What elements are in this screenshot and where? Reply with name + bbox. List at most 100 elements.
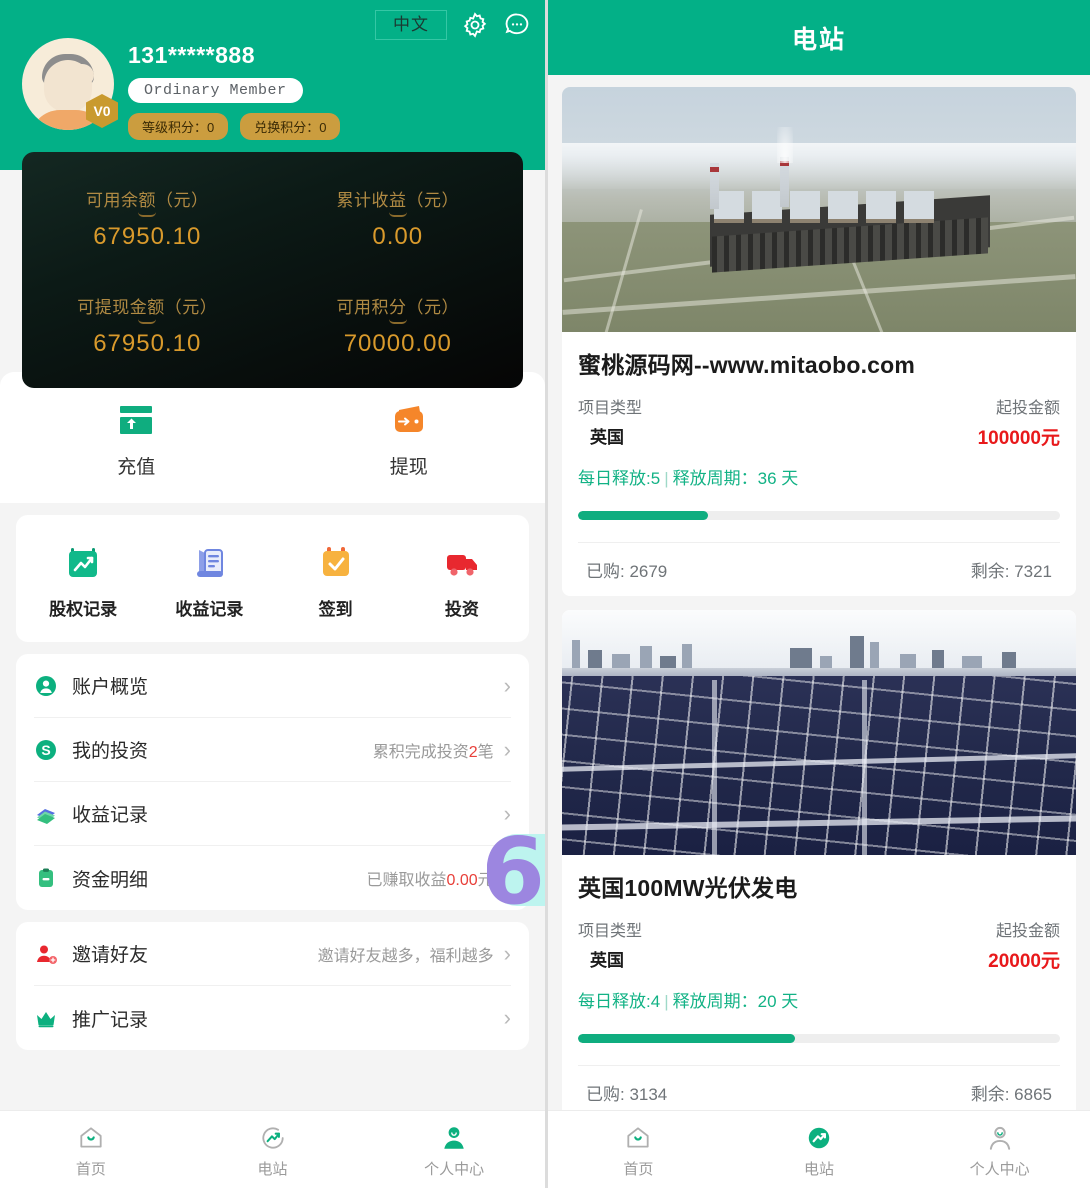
balance-card: 可用余额（元） 67950.10 累计收益（元） 0.00 可提现金额（元） 6…: [22, 152, 523, 388]
tab-home[interactable]: 首页: [0, 1121, 182, 1179]
account-menu-group-1: 账户概览 › S 我的投资 累积完成投资2笔 › 收益记录 › 资金明细 已赚取…: [16, 654, 529, 910]
tab-personal-center-label: 个人中心: [969, 1160, 1030, 1178]
trend-circle-icon: [729, 1121, 910, 1155]
avatar[interactable]: V0: [22, 38, 118, 130]
city-skyline: [562, 632, 1076, 670]
person-icon: [909, 1121, 1090, 1155]
menu-item-promotion-record[interactable]: 推广记录 ›: [34, 986, 511, 1050]
power-station-list[interactable]: 蜜桃源码网--www.mitaobo.com 项目类型 英国 起投金额 1000…: [548, 75, 1090, 1188]
plant-type: 项目类型 英国: [578, 917, 642, 973]
quick-equity-label: 股权记录: [49, 600, 118, 619]
plant-card[interactable]: 英国100MW光伏发电 项目类型 英国 起投金额 20000元 每日释放:4 | 释…: [562, 610, 1076, 1119]
level-points-pill[interactable]: 等级积分：0: [128, 113, 229, 140]
plant-body: 蜜桃源码网--www.mitaobo.com 项目类型 英国 起投金额 1000…: [562, 332, 1076, 596]
plant-unit: [752, 191, 782, 223]
menu-item-income-record[interactable]: 收益记录 ›: [34, 782, 511, 846]
tab-personal-center[interactable]: 个人中心: [363, 1121, 545, 1179]
balance-total-income: 累计收益（元） 0.00: [273, 186, 524, 251]
plant-progress-fill: [578, 511, 709, 520]
clipboard-icon: [34, 866, 64, 890]
plant-title: 英国100MW光伏发电: [578, 875, 798, 901]
plant-remaining: 剩余: 6865: [970, 1085, 1052, 1104]
building: [640, 646, 652, 670]
withdraw-label: 提现: [389, 457, 428, 478]
menu-item-fund-details[interactable]: 资金明细 已赚取收益0.00元 ›: [34, 846, 511, 910]
withdraw-button[interactable]: 提现: [273, 400, 546, 479]
plant-min-value: 100000元: [977, 428, 1060, 449]
member-level-pill: Ordinary Member: [128, 78, 303, 103]
menu-label: 推广记录: [72, 1009, 149, 1031]
plant-meta: 项目类型 英国 起投金额 20000元: [578, 917, 1060, 973]
gear-icon[interactable]: [461, 11, 489, 39]
menu-item-my-investment[interactable]: S 我的投资 累积完成投资2笔 ›: [34, 718, 511, 782]
quick-income-record[interactable]: 收益记录: [146, 539, 272, 620]
quick-checkin[interactable]: 签到: [273, 539, 399, 620]
menu-label: 邀请好友: [72, 945, 149, 966]
language-switch-button[interactable]: 中文: [375, 9, 447, 41]
separator: |: [664, 992, 669, 1011]
exchange-points-pill[interactable]: 兑换积分：0: [240, 113, 341, 140]
user-phone: 131*****888: [128, 42, 256, 68]
plant-body: 英国100MW光伏发电 项目类型 英国 起投金额 20000元 每日释放:4 | 释…: [562, 855, 1076, 1119]
left-tabbar: 首页 电站 个人中心: [0, 1110, 545, 1188]
power-station-panel: 电站 蜜桃源码网--www.mitaobo.com 项目类型 英国 起投金额 1…: [548, 0, 1090, 1188]
building: [588, 650, 602, 670]
plant-daily-release: 每日释放:5: [578, 469, 661, 488]
plant-progress-bar: [578, 511, 1060, 520]
plant-min-value: 20000元: [988, 951, 1060, 972]
chevron-right-icon: ›: [503, 736, 511, 762]
tab-power-station-label: 电站: [257, 1160, 288, 1178]
person-icon: [363, 1121, 545, 1155]
divider-dash: [388, 319, 407, 324]
chevron-right-icon: ›: [503, 672, 511, 698]
menu-item-invite-friends[interactable]: 邀请好友 邀请好友越多，福利越多 ›: [34, 922, 511, 986]
profile-summary: V0 131*****888 Ordinary Member 等级积分：0 兑换…: [14, 38, 531, 140]
app-screen: 中文 V0 131*****888 Ordinary Member 等级积分：0…: [0, 0, 1090, 1188]
plant-card[interactable]: 蜜桃源码网--www.mitaobo.com 项目类型 英国 起投金额 1000…: [562, 87, 1076, 596]
chat-dots-icon[interactable]: [503, 11, 531, 39]
dollar-circle-icon: S: [34, 738, 64, 762]
plant-cycle: 释放周期：20 天: [672, 992, 799, 1011]
building: [682, 644, 692, 670]
plant-min-label: 起投金额: [995, 400, 1060, 417]
recharge-button[interactable]: 充值: [0, 400, 273, 479]
plant-min-invest: 起投金额 20000元: [988, 917, 1060, 973]
recharge-label: 充值: [117, 457, 156, 478]
balance-points-label: 可用积分（元）: [336, 298, 459, 317]
menu-meta: 已赚取收益0.00元: [366, 872, 494, 889]
header-toolbar: 中文: [14, 8, 531, 42]
plant-daily-release: 每日释放:4: [578, 992, 661, 1011]
balance-withdrawable-value: 67950.10: [93, 330, 202, 357]
quick-invest-label: 投资: [444, 600, 479, 619]
plant-bought: 已购: 2679: [586, 562, 668, 581]
plant-unit: [904, 191, 934, 223]
balance-points: 可用积分（元） 70000.00: [273, 293, 524, 358]
plant-title: 蜜桃源码网--www.mitaobo.com: [578, 352, 916, 378]
quick-actions-card: 股权记录 收益记录 签到 投资: [16, 515, 529, 642]
account-menu-group-2: 邀请好友 邀请好友越多，福利越多 › 推广记录 ›: [16, 922, 529, 1050]
plant-footer: 已购: 2679 剩余: 7321: [578, 542, 1060, 596]
divider-dash: [388, 212, 407, 217]
panel-walkway: [862, 680, 867, 855]
plant-type-value: 英国: [590, 428, 624, 447]
plant-type: 项目类型 英国: [578, 394, 642, 450]
tab-home[interactable]: 首页: [548, 1121, 729, 1179]
right-tabbar: 首页 电站 个人中心: [548, 1110, 1090, 1188]
plant-release-info: 每日释放:4 | 释放周期：20 天: [578, 987, 1060, 1012]
menu-item-account-overview[interactable]: 账户概览 ›: [34, 654, 511, 718]
profile-header: 中文 V0 131*****888 Ordinary Member 等级积分：0…: [0, 0, 545, 170]
profile-info: 131*****888 Ordinary Member 等级积分：0 兑换积分：…: [114, 38, 341, 140]
personal-center-panel: 中文 V0 131*****888 Ordinary Member 等级积分：0…: [0, 0, 545, 1188]
plant-type-value: 英国: [590, 951, 624, 970]
balance-total-income-value: 0.00: [372, 223, 424, 250]
chevron-right-icon: ›: [503, 800, 511, 826]
plant-progress-fill: [578, 1034, 795, 1043]
tab-power-station[interactable]: 电站: [182, 1121, 364, 1179]
quick-equity-record[interactable]: 股权记录: [20, 539, 146, 620]
quick-invest[interactable]: 投资: [399, 539, 525, 620]
chart-note-icon: [20, 539, 146, 587]
tab-personal-center[interactable]: 个人中心: [909, 1121, 1090, 1179]
menu-meta: 邀请好友越多，福利越多: [317, 947, 494, 965]
divider-dash: [138, 212, 157, 217]
tab-power-station[interactable]: 电站: [729, 1121, 910, 1179]
